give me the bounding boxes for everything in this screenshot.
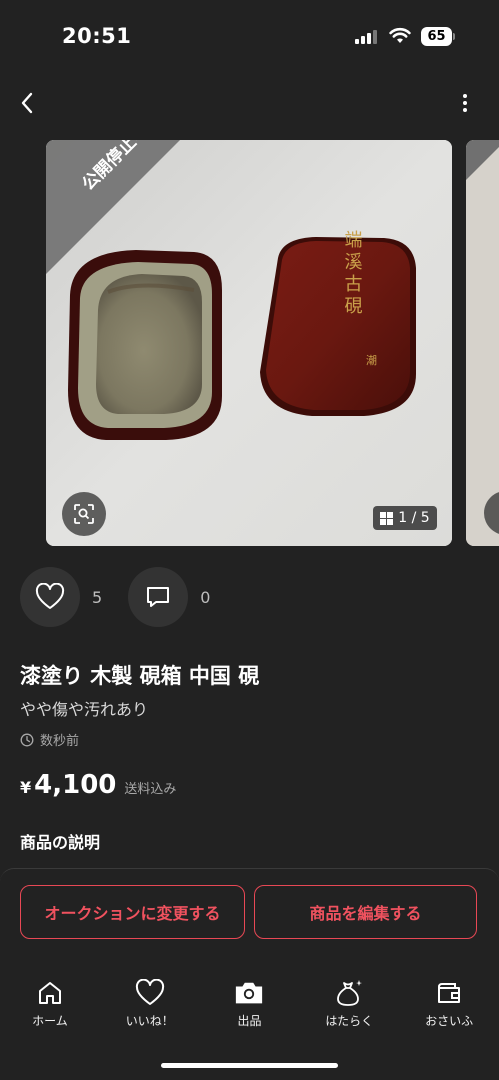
photo-counter-text: 1 / 5 <box>398 510 430 526</box>
home-indicator <box>161 1063 338 1068</box>
money-bag-icon <box>337 980 363 1006</box>
signal-icon <box>355 30 377 44</box>
tab-work-label: はたらく <box>325 1014 374 1028</box>
posted-time-text: 数秒前 <box>40 734 80 749</box>
tab-likes-label: いいね！ <box>125 1014 174 1028</box>
next-photo-preview <box>466 140 499 546</box>
change-to-auction-button[interactable]: オークションに変更する <box>20 885 245 939</box>
heart-icon <box>35 583 65 609</box>
tab-sell[interactable]: 出品 <box>200 978 300 1038</box>
engagement-row: 5 0 <box>20 567 236 627</box>
more-options-button[interactable] <box>452 88 478 118</box>
item-condition: やや傷や汚れあり <box>20 700 149 719</box>
tab-likes[interactable]: いいね！ <box>100 978 200 1038</box>
product-photo[interactable]: 端溪古硯 潮 公開停止中 1 / 5 <box>46 140 452 546</box>
status-bar: 20:51 65 <box>0 0 499 72</box>
comment-button[interactable] <box>128 567 189 627</box>
item-detail-screen: 20:51 65 端溪古硯 潮 公開停止中 1 / 5 5 0 漆塗り 木製 硯… <box>0 0 499 1080</box>
chevron-left-icon <box>21 92 33 114</box>
photo-counter: 1 / 5 <box>373 506 437 530</box>
currency-symbol: ¥ <box>20 778 32 797</box>
battery-level: 65 <box>421 27 452 46</box>
wallet-icon <box>438 983 461 1003</box>
description-heading: 商品の説明 <box>20 833 101 852</box>
wifi-icon <box>389 27 411 43</box>
like-count: 5 <box>92 587 103 607</box>
tab-home-label: ホーム <box>32 1014 68 1028</box>
vertical-dots-icon <box>463 94 467 98</box>
photo-carousel[interactable]: 端溪古硯 潮 公開停止中 1 / 5 <box>0 140 499 546</box>
back-button[interactable] <box>12 86 42 120</box>
image-search-button[interactable] <box>62 492 106 536</box>
tab-sell-label: 出品 <box>237 1014 262 1028</box>
lid-inscription: 端溪古硯 <box>342 230 363 318</box>
edit-item-button[interactable]: 商品を編集する <box>254 885 477 939</box>
tab-work[interactable]: はたらく <box>299 978 399 1038</box>
lid-seal-mark: 潮 <box>366 353 377 367</box>
clock-icon <box>20 733 34 746</box>
price-row: ¥ 4,100 送料込み <box>20 770 176 800</box>
tab-wallet-label: おさいふ <box>425 1014 474 1028</box>
posted-time: 数秒前 <box>20 730 79 749</box>
tab-home[interactable]: ホーム <box>0 978 100 1038</box>
battery-icon: 65 <box>421 27 455 46</box>
scan-search-icon <box>74 504 94 524</box>
like-button[interactable] <box>20 567 80 627</box>
inkstone-photo-image: 端溪古硯 潮 <box>46 140 452 546</box>
shipping-note: 送料込み <box>124 782 177 797</box>
tab-wallet[interactable]: おさいふ <box>399 978 499 1038</box>
next-product-photo[interactable] <box>466 140 499 546</box>
grid-icon <box>380 511 394 525</box>
camera-icon <box>236 982 263 1004</box>
item-title: 漆塗り 木製 硯箱 中国 硯 <box>20 664 260 688</box>
comment-count: 0 <box>200 587 211 607</box>
comment-icon <box>147 587 170 607</box>
bottom-tab-bar: ホーム いいね！ 出品 はたらく おさいふ <box>0 978 499 1038</box>
item-price: 4,100 <box>34 770 117 800</box>
home-icon <box>38 982 61 1004</box>
status-time: 20:51 <box>62 24 132 48</box>
heart-icon <box>135 979 164 1005</box>
bottom-action-sheet: オークションに変更する 商品を編集する <box>0 868 499 1080</box>
